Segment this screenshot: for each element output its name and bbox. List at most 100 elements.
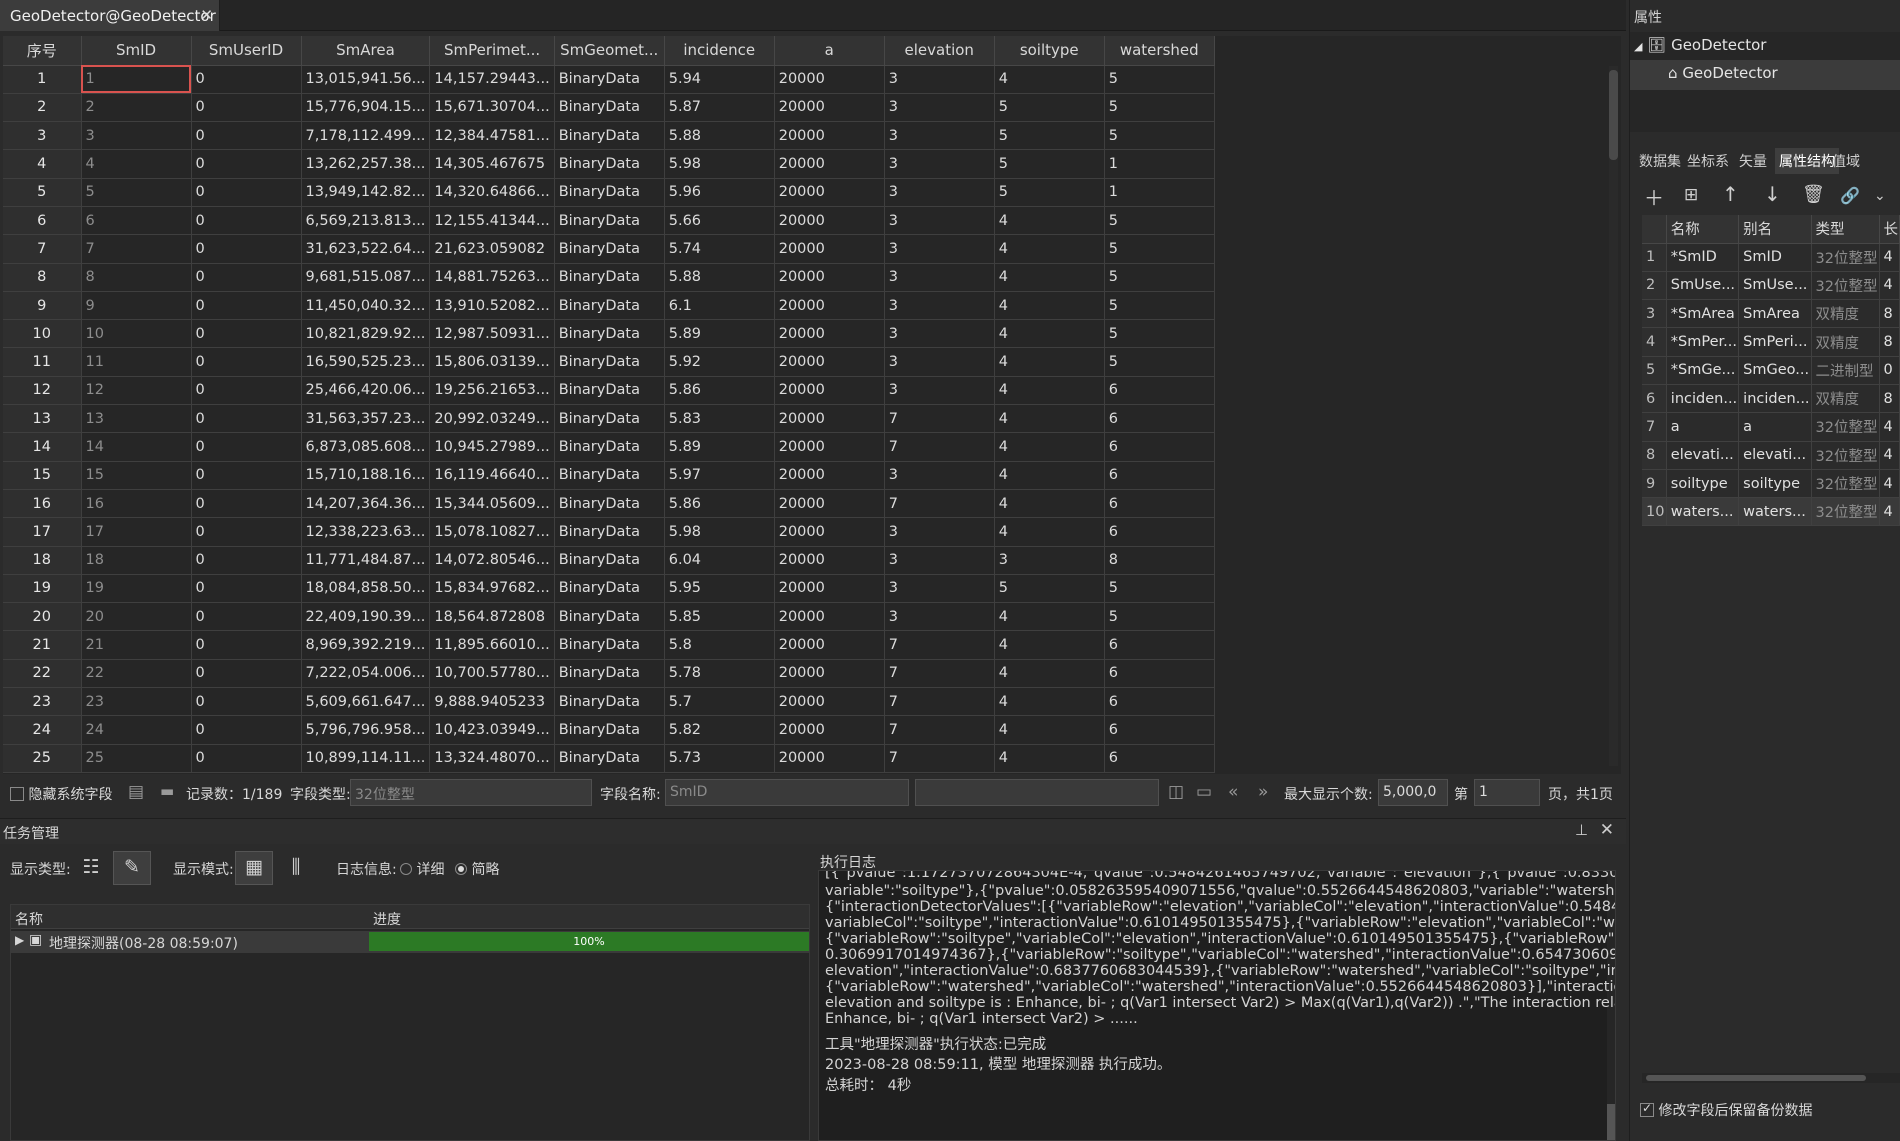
field-row[interactable]: 9 soiltype soiltype 32位整型 4 xyxy=(1642,469,1900,499)
table-cell[interactable]: 5.8 xyxy=(664,630,775,660)
table-cell[interactable]: 5 xyxy=(1104,206,1215,236)
table-cell[interactable]: BinaryData xyxy=(554,517,665,547)
tab-geodetector[interactable]: GeoDetector@GeoDetector ✕ xyxy=(0,0,220,31)
field-column-header[interactable]: 别名 xyxy=(1738,215,1812,244)
column-header[interactable]: 序号 xyxy=(3,36,82,66)
table-cell[interactable]: 0 xyxy=(191,178,302,207)
table-cell[interactable]: BinaryData xyxy=(554,234,665,264)
table-cell[interactable]: 5,796,796.958... xyxy=(301,715,431,745)
field-cell[interactable]: 双精度 xyxy=(1811,327,1880,357)
table-cell[interactable]: 24 xyxy=(81,715,192,745)
table-cell[interactable]: 5,609,661.647... xyxy=(301,687,431,717)
table-view-icon[interactable]: ▤ xyxy=(128,782,144,802)
insert-field-icon[interactable]: ⊞ xyxy=(1684,185,1698,205)
table-cell[interactable]: 6.1 xyxy=(664,291,775,321)
field-row[interactable]: 6 inciden... inciden... 双精度 8 xyxy=(1642,384,1900,414)
table-cell[interactable]: 4 xyxy=(994,319,1105,349)
max-display-spinner[interactable]: 5,000,0 xyxy=(1378,779,1448,806)
table-cell[interactable]: 20000 xyxy=(774,517,885,547)
field-cell[interactable]: SmID xyxy=(1738,243,1812,272)
field-cell[interactable]: 32位整型 xyxy=(1811,469,1880,499)
page-next-icon[interactable]: » xyxy=(1258,782,1268,802)
table-cell[interactable]: 6 xyxy=(1104,376,1215,406)
table-cell[interactable]: 8 xyxy=(1104,546,1215,575)
table-cell[interactable]: 3 xyxy=(884,234,995,264)
table-cell[interactable]: 3 xyxy=(884,93,995,123)
table-cell[interactable]: 0 xyxy=(191,461,302,490)
table-cell[interactable]: 20000 xyxy=(774,206,885,236)
add-field-icon[interactable]: ＋ xyxy=(1644,182,1664,211)
link-icon[interactable]: 🔗 xyxy=(1840,186,1860,205)
table-cell[interactable]: 0 xyxy=(191,263,302,292)
field-cell[interactable]: 32位整型 xyxy=(1811,243,1880,272)
table-cell[interactable]: 20000 xyxy=(774,744,885,773)
table-cell[interactable]: BinaryData xyxy=(554,432,665,462)
table-cell[interactable]: BinaryData xyxy=(554,291,665,321)
table-cell[interactable]: 3 xyxy=(884,178,995,207)
table-cell[interactable]: 15,834.97682... xyxy=(429,574,555,604)
table-cell[interactable]: 0 xyxy=(191,376,302,406)
field-row[interactable]: 4 *SmPer... SmPeri... 双精度 8 xyxy=(1642,327,1900,357)
field-row[interactable]: 5 *SmGe... SmGeo... 二进制型 0 xyxy=(1642,356,1900,385)
collapse-icon[interactable]: ◢ xyxy=(1634,40,1642,53)
table-cell[interactable]: BinaryData xyxy=(554,489,665,519)
table-row[interactable]: 17 17 0 12,338,223.63... 15,078.10827... Bina… xyxy=(3,517,1215,547)
table-cell[interactable]: 5.87 xyxy=(664,93,775,123)
table-cell[interactable]: 6,873,085.608... xyxy=(301,432,431,462)
table-row[interactable]: 1 1 0 13,015,941.56... 14,157.29443... Binary… xyxy=(3,65,1215,94)
table-cell[interactable]: 3 xyxy=(884,206,995,236)
table-cell[interactable]: 6 xyxy=(1104,461,1215,490)
row-layout-icon[interactable]: ▭ xyxy=(1196,782,1212,802)
table-cell[interactable]: 20000 xyxy=(774,461,885,490)
table-row[interactable]: 20 20 0 22,409,190.39... 18,564.872808 Binary… xyxy=(3,602,1215,632)
table-cell[interactable]: 7 xyxy=(884,404,995,434)
close-icon[interactable]: ✕ xyxy=(200,6,213,24)
close-panel-icon[interactable]: ✕ xyxy=(1600,820,1614,840)
table-cell[interactable]: 20000 xyxy=(774,659,885,689)
table-cell[interactable]: 4 xyxy=(994,347,1105,377)
table-cell[interactable]: 5 xyxy=(1104,121,1215,151)
table-cell[interactable]: 5 xyxy=(994,149,1105,179)
table-cell[interactable]: 5 xyxy=(994,574,1105,604)
table-cell[interactable]: 5.88 xyxy=(664,121,775,151)
field-cell[interactable]: 双精度 xyxy=(1811,299,1880,329)
table-cell[interactable]: BinaryData xyxy=(554,93,665,123)
table-row[interactable]: 14 14 0 6,873,085.608... 10,945.27989... Bina… xyxy=(3,432,1215,462)
table-cell[interactable]: 0 xyxy=(191,149,302,179)
table-cell[interactable]: 4 xyxy=(994,602,1105,632)
table-cell[interactable]: 7 xyxy=(81,234,192,264)
table-cell[interactable]: 4 xyxy=(994,461,1105,490)
field-cell[interactable]: 双精度 xyxy=(1811,384,1880,414)
log-detail-radio[interactable]: 详细 xyxy=(400,859,444,879)
table-cell[interactable]: BinaryData xyxy=(554,630,665,660)
table-cell[interactable]: 0 xyxy=(191,574,302,604)
table-cell[interactable]: 20000 xyxy=(774,234,885,264)
table-cell[interactable]: 10,423.03949... xyxy=(429,715,555,745)
table-cell[interactable]: 4 xyxy=(994,659,1105,689)
table-cell[interactable]: 0 xyxy=(191,687,302,717)
table-cell[interactable]: 20000 xyxy=(774,65,885,94)
table-cell[interactable]: 4 xyxy=(994,206,1105,236)
table-cell[interactable]: 3 xyxy=(884,149,995,179)
field-name-field[interactable]: SmID xyxy=(665,779,909,806)
table-cell[interactable]: 4 xyxy=(994,263,1105,292)
table-cell[interactable]: 10 xyxy=(81,319,192,349)
hide-system-fields-toggle[interactable]: 隐藏系统字段 xyxy=(10,784,112,804)
table-cell[interactable]: 9,681,515.087... xyxy=(301,263,431,292)
page-number-spinner[interactable]: 1 xyxy=(1474,779,1540,806)
table-row[interactable]: 21 21 0 8,969,392.219... 11,895.66010... Bina… xyxy=(3,630,1215,660)
table-cell[interactable]: BinaryData xyxy=(554,461,665,490)
table-cell[interactable]: 3 xyxy=(884,65,995,94)
table-cell[interactable]: 7,178,112.499... xyxy=(301,121,431,151)
table-cell[interactable]: 5.7 xyxy=(664,687,775,717)
table-cell[interactable]: 0 xyxy=(191,489,302,519)
table-cell[interactable]: 14,305.467675 xyxy=(429,149,555,179)
field-row[interactable]: 7 a a 32位整型 4 xyxy=(1642,412,1900,442)
field-cell[interactable]: *SmPer... xyxy=(1666,327,1740,357)
table-cell[interactable]: 1 xyxy=(1104,178,1215,207)
field-cell[interactable]: 8 xyxy=(1879,299,1900,329)
table-cell[interactable]: BinaryData xyxy=(554,263,665,292)
table-cell[interactable]: BinaryData xyxy=(554,602,665,632)
properties-tab[interactable]: 坐标系 xyxy=(1687,151,1729,171)
table-cell[interactable]: 5 xyxy=(1104,574,1215,604)
